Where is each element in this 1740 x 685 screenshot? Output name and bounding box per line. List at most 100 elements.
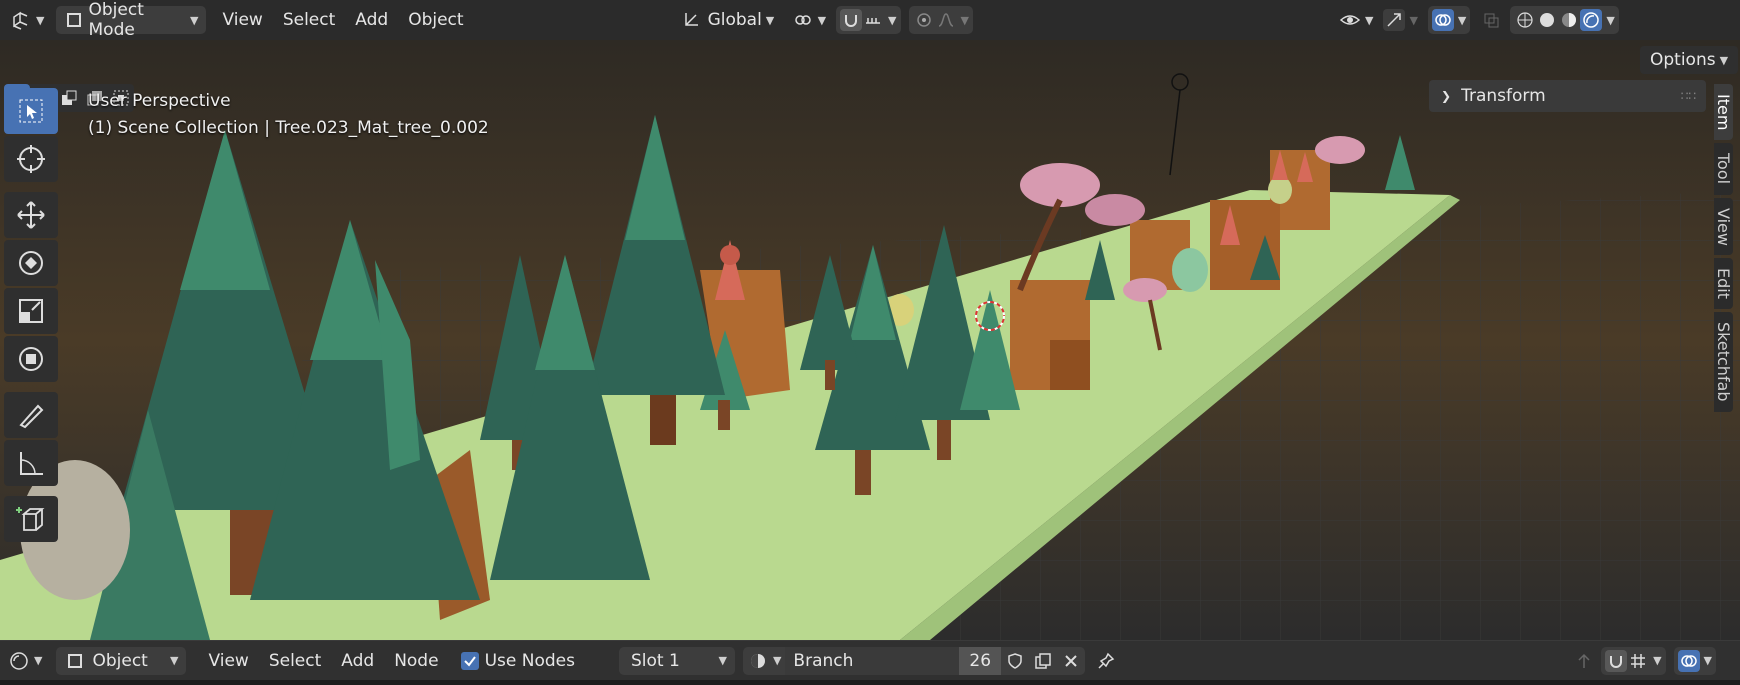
scale-icon <box>19 299 43 323</box>
chevron-down-icon[interactable]: ▼ <box>1458 14 1466 27</box>
shader-type-label: Object <box>92 650 148 671</box>
object-visibility-dropdown[interactable]: ▼ <box>1335 6 1377 34</box>
duplicate-icon[interactable] <box>1032 650 1054 672</box>
transform-panel-header[interactable]: ❯ Transform ∷∷ <box>1429 80 1706 112</box>
use-nodes-checkbox[interactable]: Use Nodes <box>453 647 583 675</box>
pencil-icon <box>19 404 44 429</box>
solid-shading-icon[interactable] <box>1536 9 1558 31</box>
snap-magnet-icon[interactable] <box>1605 649 1628 672</box>
collection-label: (1) Scene Collection | Tree.023_Mat_tree… <box>88 118 489 138</box>
menu-select[interactable]: Select <box>273 6 345 34</box>
tab-sketchfab[interactable]: Sketchfab <box>1714 312 1733 412</box>
cursor-tool[interactable] <box>4 136 58 182</box>
overlays-icon[interactable] <box>1677 649 1700 672</box>
orientation-label: Global <box>707 10 762 30</box>
snapping-group: ▼ <box>836 6 901 34</box>
chevron-down-icon: ▼ <box>718 654 727 667</box>
eye-icon <box>1339 9 1361 31</box>
snap-grid-icon[interactable] <box>1627 650 1649 672</box>
move-arrows-icon <box>17 201 45 229</box>
rendered-shading-icon[interactable] <box>1580 9 1603 31</box>
editor-type-button[interactable]: ▼ <box>4 647 46 675</box>
options-label: Options <box>1650 50 1716 70</box>
chevron-down-icon[interactable]: ▼ <box>888 14 896 27</box>
tab-edit[interactable]: Edit <box>1714 258 1733 310</box>
chevron-down-icon[interactable]: ▼ <box>1606 14 1614 27</box>
menu-view[interactable]: View <box>212 6 272 34</box>
node-menu-node[interactable]: Node <box>384 647 448 675</box>
object-icon <box>64 650 86 672</box>
ruler-icon <box>20 452 43 475</box>
pin-icon <box>1095 650 1117 672</box>
viewport-header: ▼ Object Mode ▼ View Select Add Object G… <box>0 0 1740 40</box>
chevron-down-icon[interactable]: ▼ <box>1653 654 1661 667</box>
node-menu-select[interactable]: Select <box>259 647 331 675</box>
fake-user-shield-icon[interactable] <box>1004 650 1026 672</box>
scale-tool[interactable] <box>4 288 58 334</box>
tab-view[interactable]: View <box>1714 197 1733 256</box>
rotate-tool[interactable] <box>4 240 58 286</box>
transform-label: Transform <box>1461 86 1546 106</box>
parent-node-tree-button[interactable] <box>1569 647 1599 675</box>
tab-item[interactable]: Item <box>1714 84 1733 141</box>
transform-icon <box>19 347 43 371</box>
material-name: Branch <box>793 650 854 671</box>
drag-handle-icon[interactable]: ∷∷ <box>1681 89 1696 103</box>
3d-viewport[interactable]: User Perspective (1) Scene Collection | … <box>0 40 1740 640</box>
node-overlays-group: ▼ <box>1673 646 1716 675</box>
material-name-field[interactable]: Branch <box>785 646 960 675</box>
object-mode-dropdown[interactable]: Object Mode ▼ <box>56 0 207 40</box>
perspective-label: User Perspective <box>88 91 231 111</box>
object-mode-label: Object Mode <box>88 0 144 40</box>
transform-tool[interactable] <box>4 336 58 382</box>
chevron-down-icon: ▼ <box>170 654 179 667</box>
gizmo-icon <box>1383 9 1406 31</box>
add-cube-icon <box>16 507 45 531</box>
chevron-right-icon: ❯ <box>1441 89 1452 103</box>
overlays-icon[interactable] <box>1431 9 1454 31</box>
proportional-editing-group: ▼ <box>908 6 973 34</box>
use-nodes-label: Use Nodes <box>484 650 575 671</box>
up-arrow-icon <box>1573 650 1595 672</box>
material-datablock: ▼ Branch 26 <box>742 646 1086 675</box>
select-box-tool[interactable] <box>4 88 58 134</box>
editor-type-button[interactable]: ▼ <box>6 6 48 34</box>
snap-magnet-icon[interactable] <box>840 9 863 31</box>
menu-object[interactable]: Object <box>398 6 473 34</box>
tab-tool[interactable]: Tool <box>1714 143 1733 195</box>
menu-add[interactable]: Add <box>345 6 398 34</box>
proportional-edit-icon[interactable] <box>913 9 935 31</box>
browse-material-button[interactable]: ▼ <box>743 647 785 675</box>
shader-type-dropdown[interactable]: Object ▼ <box>56 646 187 675</box>
rotate-icon <box>19 251 43 275</box>
chevron-down-icon[interactable]: ▼ <box>1704 654 1712 667</box>
snap-increment-icon[interactable] <box>862 9 884 31</box>
chevron-down-icon: ▼ <box>1364 13 1374 27</box>
xray-toggle[interactable] <box>1476 6 1506 34</box>
node-menu-add[interactable]: Add <box>331 647 384 675</box>
material-slot-dropdown[interactable]: Slot 1 ▼ <box>618 646 735 675</box>
shader-editor-header: ▼ Object ▼ View Select Add Node Use Node… <box>0 640 1740 680</box>
shader-editor-icon <box>8 650 30 672</box>
gizmo-toggle[interactable]: ▼ <box>1379 6 1421 34</box>
pin-button[interactable] <box>1091 647 1121 675</box>
chevron-down-icon[interactable]: ▼ <box>961 14 969 27</box>
wireframe-shading-icon[interactable] <box>1514 9 1536 31</box>
node-menu-view[interactable]: View <box>198 647 258 675</box>
unlink-x-icon[interactable] <box>1060 650 1082 672</box>
chevron-down-icon: ▼ <box>1409 13 1418 27</box>
falloff-curve-icon[interactable] <box>935 9 957 31</box>
add-cube-tool[interactable] <box>4 496 58 542</box>
options-dropdown[interactable]: Options ▼ <box>1640 46 1739 74</box>
move-tool[interactable] <box>4 192 58 238</box>
chevron-down-icon: ▼ <box>1719 53 1729 67</box>
transform-orientation-dropdown[interactable]: Global ▼ <box>672 6 784 34</box>
annotate-tool[interactable] <box>4 392 58 438</box>
material-preview-icon[interactable] <box>1558 9 1580 31</box>
select-cursor-icon <box>19 99 43 123</box>
measure-tool[interactable] <box>4 440 58 486</box>
user-count[interactable]: 26 <box>959 646 1002 675</box>
object-mode-icon <box>64 9 84 31</box>
pivot-point-dropdown[interactable]: ▼ <box>788 6 830 34</box>
xray-icon <box>1480 9 1502 31</box>
